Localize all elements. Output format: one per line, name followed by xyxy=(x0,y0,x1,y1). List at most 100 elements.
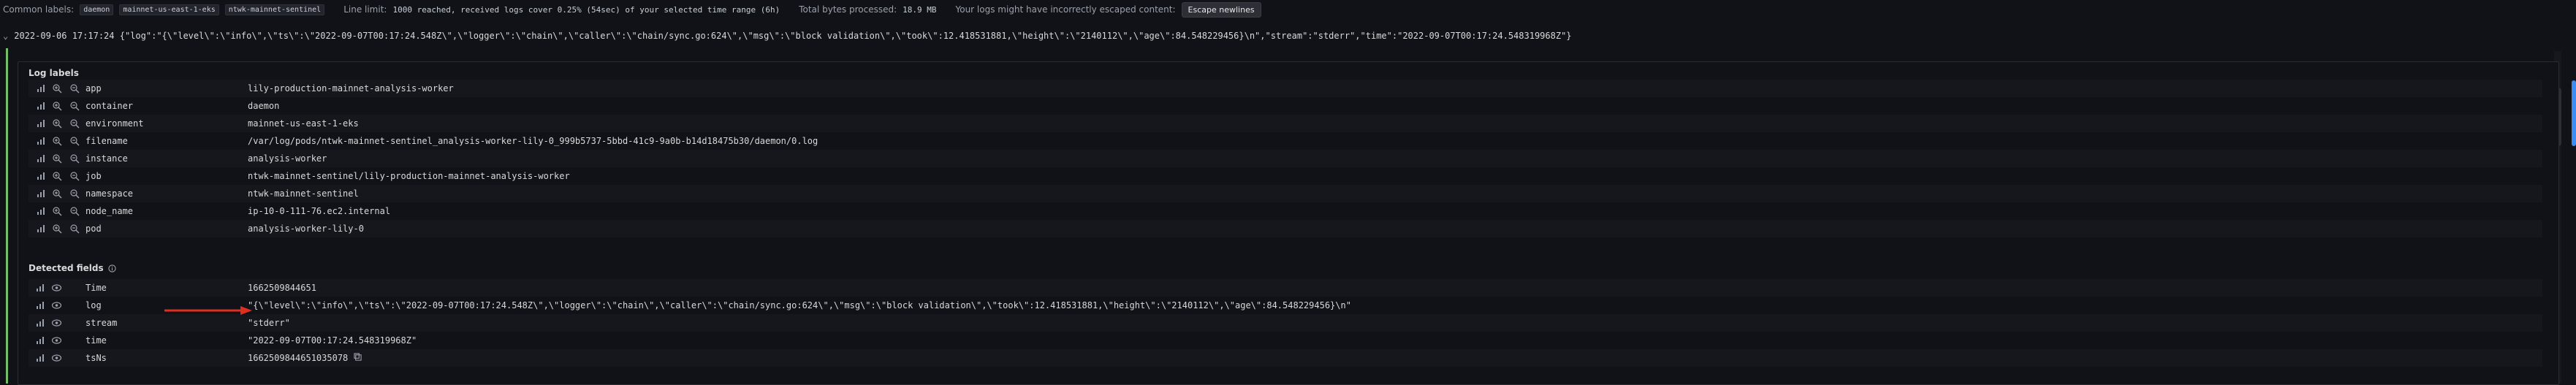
row-actions xyxy=(29,83,80,94)
zoom-out-icon[interactable] xyxy=(70,224,80,234)
log-details-panel: Log labels app lily-production-mainnet-an… xyxy=(18,61,2559,385)
field-key: namespace xyxy=(86,188,134,199)
log-label-row: app lily-production-mainnet-analysis-work… xyxy=(29,80,2542,97)
field-key: stream xyxy=(86,318,118,328)
zoom-out-icon[interactable] xyxy=(70,101,80,111)
detected-field-row: log "{\"level\":\"info\",\"ts\":\"2022-09… xyxy=(29,297,2542,314)
escape-warning-text: Your logs might have incorrectly escaped… xyxy=(955,4,1176,15)
zoom-out-icon[interactable] xyxy=(70,118,80,129)
zoom-out-icon[interactable] xyxy=(70,171,80,181)
zoom-in-icon[interactable] xyxy=(53,83,62,94)
common-label-badge: mainnet-us-east-1-eks xyxy=(119,4,219,15)
field-value: "{\"level\":\"info\",\"ts\":\"2022-09-07… xyxy=(248,300,1351,310)
bar-chart-icon[interactable] xyxy=(36,283,45,293)
log-timestamp: 2022-09-06 17:17:24 xyxy=(14,31,115,41)
common-label-badge: ntwk-mainnet-sentinel xyxy=(224,4,325,15)
copy-icon[interactable] xyxy=(354,353,362,363)
field-key: app xyxy=(86,83,102,94)
field-value: analysis-worker xyxy=(248,153,327,164)
zoom-out-icon[interactable] xyxy=(70,206,80,216)
row-actions xyxy=(29,300,80,310)
bar-chart-icon[interactable] xyxy=(36,188,45,199)
zoom-in-icon[interactable] xyxy=(53,171,62,181)
log-label-row: container daemon xyxy=(29,97,2542,115)
chevron-down-icon[interactable]: ⌄ xyxy=(3,31,9,41)
common-label-badge: daemon xyxy=(80,4,114,15)
eye-icon[interactable] xyxy=(52,283,61,293)
detected-field-row: Time 1662509844651 xyxy=(29,279,2542,297)
zoom-out-icon[interactable] xyxy=(70,153,80,164)
row-actions xyxy=(29,353,80,363)
field-key: pod xyxy=(86,224,102,234)
field-key: container xyxy=(86,101,134,111)
detected-field-row: tsNs 1662509844651035078 xyxy=(29,349,2542,367)
bar-chart-icon[interactable] xyxy=(36,83,45,94)
row-actions xyxy=(29,136,80,146)
log-level-stripe xyxy=(6,48,8,384)
eye-icon[interactable] xyxy=(52,335,61,346)
row-actions xyxy=(29,335,80,346)
log-labels-title: Log labels xyxy=(29,68,79,78)
bar-chart-icon[interactable] xyxy=(36,353,45,363)
bar-chart-icon[interactable] xyxy=(36,101,45,111)
bar-chart-icon[interactable] xyxy=(36,300,45,310)
bar-chart-icon[interactable] xyxy=(36,171,45,181)
bar-chart-icon[interactable] xyxy=(36,224,45,234)
field-key: instance xyxy=(86,153,128,164)
field-value: analysis-worker-lily-0 xyxy=(248,224,364,234)
field-value: ip-10-0-111-76.ec2.internal xyxy=(248,206,391,216)
escape-newlines-button[interactable]: Escape newlines xyxy=(1181,1,1261,18)
row-actions xyxy=(29,153,80,164)
zoom-in-icon[interactable] xyxy=(53,188,62,199)
log-label-row: namespace ntwk-mainnet-sentinel xyxy=(29,185,2542,202)
row-actions xyxy=(29,283,80,293)
bar-chart-icon[interactable] xyxy=(36,118,45,129)
zoom-out-icon[interactable] xyxy=(70,136,80,146)
bytes-processed-label: Total bytes processed: xyxy=(799,4,897,15)
eye-icon[interactable] xyxy=(52,300,61,310)
eye-icon[interactable] xyxy=(52,353,61,363)
field-key: time xyxy=(86,335,107,346)
annotation-arrow xyxy=(164,306,252,315)
log-label-row: node_name ip-10-0-111-76.ec2.internal xyxy=(29,202,2542,220)
log-meta-bar: Common labels: daemon mainnet-us-east-1-… xyxy=(0,0,2576,19)
field-key: environment xyxy=(86,118,144,129)
log-row[interactable]: ⌄ 2022-09-06 17:17:24 {"log":"{\"level\"… xyxy=(3,31,2539,48)
zoom-in-icon[interactable] xyxy=(53,224,62,234)
field-value: "stderr" xyxy=(248,318,290,328)
zoom-in-icon[interactable] xyxy=(53,101,62,111)
field-value: daemon xyxy=(248,101,280,111)
row-actions xyxy=(29,188,80,199)
row-actions xyxy=(29,224,80,234)
field-value: ntwk-mainnet-sentinel xyxy=(248,188,359,199)
zoom-in-icon[interactable] xyxy=(53,136,62,146)
field-key: node_name xyxy=(86,206,134,216)
scroll-position-indicator[interactable] xyxy=(2572,80,2576,146)
detected-field-row: stream "stderr" xyxy=(29,314,2542,332)
field-value: lily-production-mainnet-analysis-worker xyxy=(248,83,454,94)
zoom-in-icon[interactable] xyxy=(53,153,62,164)
row-actions xyxy=(29,206,80,216)
bar-chart-icon[interactable] xyxy=(36,335,45,346)
field-value: /var/log/pods/ntwk-mainnet-sentinel_anal… xyxy=(248,136,818,146)
detected-fields-heading: Detected fields xyxy=(29,263,116,273)
log-message: {"log":"{\"level\":\"info\",\"ts\":\"202… xyxy=(119,31,1572,41)
field-key: job xyxy=(86,171,102,181)
log-label-row: pod analysis-worker-lily-0 xyxy=(29,220,2542,237)
bytes-processed-value: 18.9 MB xyxy=(903,4,937,15)
log-label-row: environment mainnet-us-east-1-eks xyxy=(29,115,2542,132)
bar-chart-icon[interactable] xyxy=(36,206,45,216)
bar-chart-icon[interactable] xyxy=(36,153,45,164)
bar-chart-icon[interactable] xyxy=(36,318,45,328)
eye-icon[interactable] xyxy=(52,318,61,328)
zoom-in-icon[interactable] xyxy=(53,206,62,216)
zoom-out-icon[interactable] xyxy=(70,83,80,94)
field-key: tsNs xyxy=(86,353,107,363)
info-icon[interactable] xyxy=(107,264,116,272)
zoom-out-icon[interactable] xyxy=(70,188,80,199)
zoom-in-icon[interactable] xyxy=(53,118,62,129)
log-label-row: instance analysis-worker xyxy=(29,150,2542,167)
field-key: filename xyxy=(86,136,128,146)
log-label-row: job ntwk-mainnet-sentinel/lily-production… xyxy=(29,167,2542,185)
bar-chart-icon[interactable] xyxy=(36,136,45,146)
